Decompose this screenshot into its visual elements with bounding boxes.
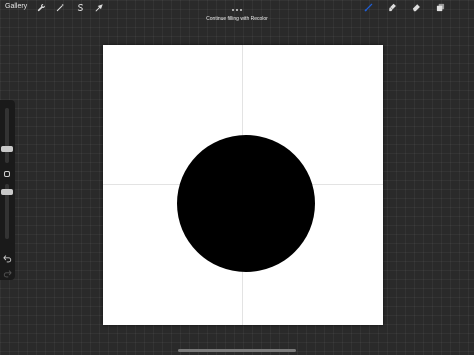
selection-s-icon[interactable] xyxy=(76,3,85,12)
filled-circle-shape xyxy=(177,135,315,272)
actions-wrench-icon[interactable] xyxy=(37,3,46,12)
brush-size-slider[interactable] xyxy=(5,108,9,163)
adjustments-wand-icon[interactable] xyxy=(56,3,65,12)
top-toolbar: Gallery xyxy=(0,0,474,16)
layers-icon[interactable] xyxy=(436,3,445,12)
more-dots-icon[interactable] xyxy=(230,0,244,11)
gallery-button[interactable]: Gallery xyxy=(5,3,27,10)
drawing-canvas[interactable] xyxy=(103,45,383,325)
eraser-icon[interactable] xyxy=(412,3,421,12)
transform-arrow-icon[interactable] xyxy=(95,3,104,12)
status-message: Continue filling with Recolor xyxy=(206,16,268,22)
left-sidebar xyxy=(0,100,15,280)
home-indicator xyxy=(178,349,296,352)
redo-arrow-icon[interactable] xyxy=(3,265,12,278)
modify-button[interactable] xyxy=(4,171,10,177)
opacity-slider-thumb[interactable] xyxy=(1,189,13,195)
brush-icon[interactable] xyxy=(364,3,373,12)
brush-size-slider-thumb[interactable] xyxy=(1,146,13,152)
smudge-icon[interactable] xyxy=(388,3,397,12)
undo-arrow-icon[interactable] xyxy=(3,250,12,263)
